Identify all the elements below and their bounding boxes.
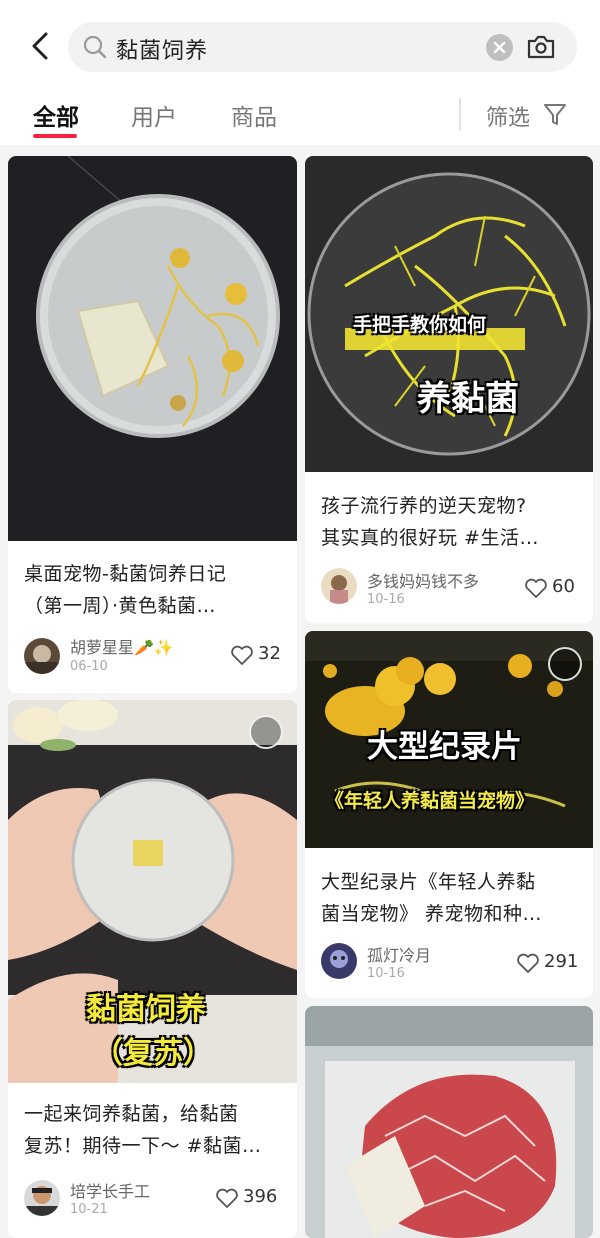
cover-caption: 大型纪录片 (367, 729, 522, 765)
tab-users[interactable]: 用户 (131, 98, 177, 132)
note-card[interactable] (305, 1006, 593, 1238)
avatar[interactable] (24, 638, 60, 674)
note-card[interactable]: 大型纪录片 《年轻人养黏菌当宠物》 大型纪录片《年轻人养黏 菌当宠物》 养宠物和… (305, 631, 593, 998)
close-icon (493, 41, 506, 54)
filter-divider (459, 98, 461, 130)
post-date: 10-16 (367, 592, 405, 607)
note-title: 桌面宠物-黏菌饲养日记 （第一周）·黄色黏菌… (24, 563, 227, 617)
note-card[interactable]: 黏菌饲养 （复苏） 一起来饲养黏菌，给黏菌 复苏！期待一下～ #黏菌… 培学长手… (8, 700, 297, 1238)
author-name[interactable]: 培学长手工 (70, 1178, 150, 1202)
note-title: 大型纪录片《年轻人养黏 菌当宠物》 养宠物和种… (321, 871, 543, 925)
active-tab-indicator (33, 134, 77, 138)
search-bar[interactable]: 黏菌饲养 (68, 22, 577, 72)
heart-icon[interactable] (230, 644, 254, 666)
post-date: 06-10 (70, 659, 108, 674)
avatar[interactable] (321, 943, 357, 979)
filter-icon[interactable] (543, 102, 567, 128)
search-input[interactable]: 黏菌饲养 (116, 33, 208, 65)
like-count: 32 (258, 643, 281, 664)
author-name[interactable]: 孤灯冷月 (367, 942, 431, 966)
back-arrow-icon[interactable] (22, 26, 62, 66)
cover-caption: 黏菌饲养 (86, 992, 206, 1027)
like-count: 60 (552, 576, 575, 597)
video-play-icon (548, 647, 582, 681)
heart-icon[interactable] (516, 952, 540, 974)
cover-caption: 《年轻人养黏菌当宠物》 (325, 790, 535, 812)
cover-caption: （复苏） (93, 1036, 213, 1071)
post-date: 10-16 (367, 966, 405, 981)
like-count: 396 (243, 1186, 278, 1207)
heart-icon[interactable] (215, 1187, 239, 1209)
note-cover-image (305, 1006, 593, 1238)
author-name[interactable]: 胡萝星星🥕✨ (70, 634, 174, 658)
cover-caption: 养黏菌 (417, 379, 519, 419)
search-icon (83, 35, 107, 59)
avatar[interactable] (24, 1180, 60, 1216)
filter-button[interactable]: 筛选 (486, 100, 530, 132)
top-bar: 黏菌饲养 全部 用户 商品 筛选 (0, 0, 600, 145)
note-card[interactable]: 桌面宠物-黏菌饲养日记 （第一周）·黄色黏菌… 胡萝星星🥕✨ 06-10 32 (8, 156, 297, 693)
author-name[interactable]: 多钱妈妈钱不多 (367, 568, 479, 592)
camera-search-icon[interactable] (526, 33, 556, 61)
note-card[interactable]: 手把手教你如何 养黏菌 孩子流行养的逆天宠物? 其实真的很好玩 #生活… 多钱妈… (305, 156, 593, 623)
tab-products[interactable]: 商品 (231, 98, 277, 132)
like-count: 291 (544, 951, 579, 972)
note-title: 一起来饲养黏菌，给黏菌 复苏！期待一下～ #黏菌… (24, 1103, 262, 1157)
note-cover-image (8, 156, 297, 541)
video-play-icon (249, 715, 283, 749)
note-title: 孩子流行养的逆天宠物? 其实真的很好玩 #生活… (321, 495, 539, 549)
tab-all[interactable]: 全部 (33, 98, 79, 132)
avatar[interactable] (321, 568, 357, 604)
heart-icon[interactable] (524, 577, 548, 599)
post-date: 10-21 (70, 1202, 108, 1217)
cover-caption: 手把手教你如何 (353, 314, 487, 336)
clear-search-button[interactable] (486, 34, 513, 61)
